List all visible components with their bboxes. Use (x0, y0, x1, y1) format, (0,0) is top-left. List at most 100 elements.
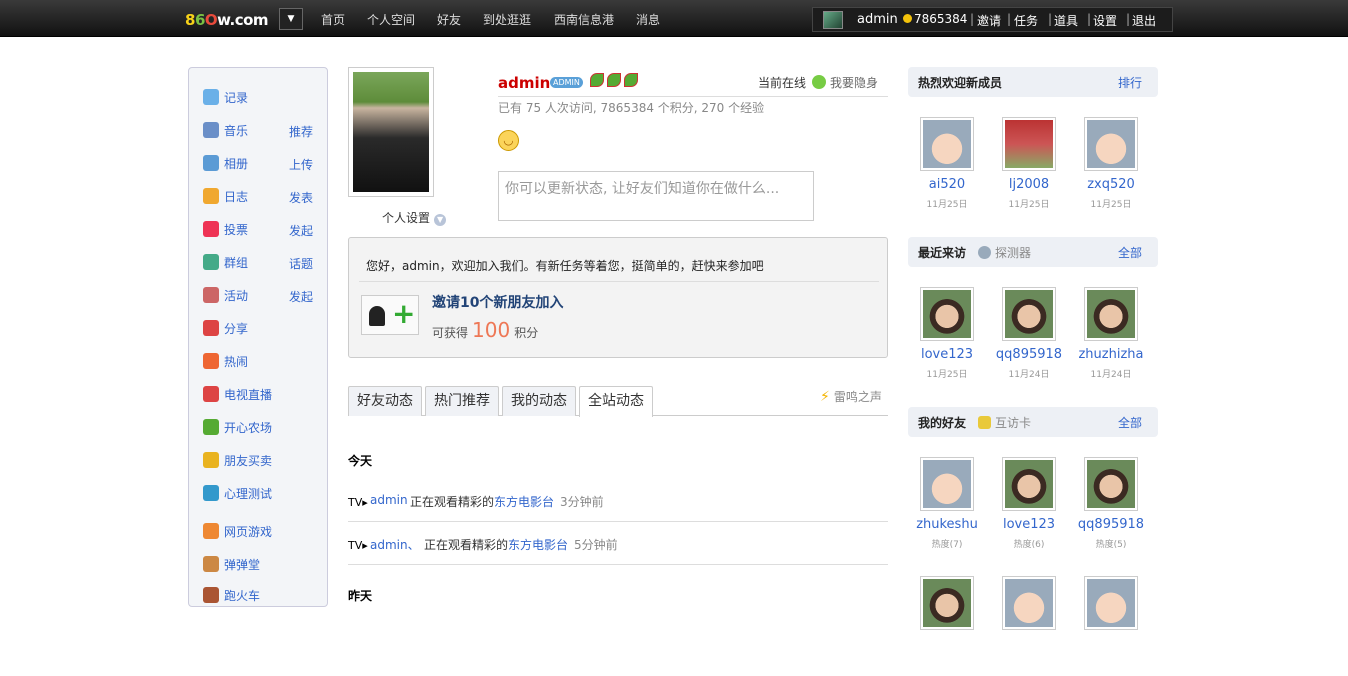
sidebar-item-label[interactable]: 投票 (224, 221, 248, 238)
feed-link[interactable]: 东方电影台 (508, 536, 568, 553)
member-name[interactable]: zhuzhizha (1072, 347, 1150, 362)
sidebar-item[interactable]: 电视直播 (203, 384, 323, 404)
sidebar-item-label[interactable]: 心理测试 (224, 485, 272, 502)
sidebar-item[interactable]: 朋友买卖 (203, 450, 323, 470)
sidebar-item[interactable]: 分享 (203, 318, 323, 338)
all-friends-link[interactable]: 全部 (1118, 414, 1142, 431)
member-name[interactable]: love123 (908, 347, 986, 362)
task-title[interactable]: 邀请10个新朋友加入 (432, 292, 563, 312)
sidebar-item-label[interactable]: 跑火车 (224, 587, 260, 604)
member-card[interactable]: qq895918 热度(5) (1072, 457, 1146, 557)
sidebar-item[interactable]: 跑火车 (203, 585, 323, 605)
items-link[interactable]: 道具 (1054, 12, 1078, 29)
mood-smiley-icon[interactable]: ◡ (498, 130, 519, 151)
member-card[interactable]: zhukeshu 热度(7) (908, 457, 982, 557)
sidebar-item-label[interactable]: 分享 (224, 320, 248, 337)
tasks-link[interactable]: 任务 (1014, 12, 1038, 29)
avatar[interactable] (823, 11, 843, 29)
member-card[interactable] (1072, 576, 1146, 676)
feed-link[interactable]: 东方电影台 (494, 493, 554, 510)
sidebar-item-label[interactable]: 音乐 (224, 122, 248, 139)
sidebar-item-label[interactable]: 开心农场 (224, 419, 272, 436)
go-invisible-link[interactable]: 我要隐身 (812, 74, 878, 91)
member-card[interactable]: love123 热度(6) (990, 457, 1064, 557)
member-card[interactable] (908, 576, 982, 676)
invite-friends-icon[interactable]: + (361, 295, 419, 335)
all-visitors-link[interactable]: 全部 (1118, 244, 1142, 261)
member-name[interactable]: lj2008 (990, 177, 1068, 192)
sidebar-item-label[interactable]: 记录 (224, 89, 248, 106)
sidebar-item[interactable]: 投票 发起 (203, 219, 323, 239)
sidebar-item[interactable]: 相册 上传 (203, 153, 323, 173)
sidebar-item-label[interactable]: 网页游戏 (224, 523, 272, 540)
avatar (1005, 460, 1053, 508)
sidebar-item-label[interactable]: 热闹 (224, 353, 248, 370)
profile-username[interactable]: admin (498, 74, 550, 92)
profile-photo[interactable] (348, 67, 434, 197)
sidebar-item-action[interactable]: 发起 (289, 288, 313, 305)
sidebar-item[interactable]: 活动 发起 (203, 285, 323, 305)
sidebar-item[interactable]: 记录 (203, 87, 323, 107)
nav-friends[interactable]: 好友 (437, 11, 461, 28)
my-friends-header: 我的好友 互访卡 全部 (908, 407, 1158, 437)
sidebar-item[interactable]: 群组 话题 (203, 252, 323, 272)
tab-site-activity[interactable]: 全站动态 (579, 386, 653, 417)
member-name[interactable]: love123 (990, 517, 1068, 532)
member-card[interactable]: lj2008 11月25日 (990, 117, 1064, 217)
header-username[interactable]: admin (857, 12, 898, 27)
nav-home[interactable]: 首页 (321, 11, 345, 28)
heart-tv-icon (203, 386, 219, 402)
logout-link[interactable]: 退出 (1132, 12, 1156, 29)
sidebar-item-action[interactable]: 发表 (289, 189, 313, 206)
profile-settings[interactable]: 个人设置 ▼ (382, 209, 447, 226)
member-name[interactable]: zxq520 (1072, 177, 1150, 192)
sidebar-item-label[interactable]: 活动 (224, 287, 248, 304)
member-card[interactable] (990, 576, 1064, 676)
member-name[interactable]: zhukeshu (908, 517, 986, 532)
sidebar-item-action[interactable]: 话题 (289, 255, 313, 272)
member-card[interactable]: love123 11月25日 (908, 287, 982, 387)
feed-user[interactable]: admin (370, 493, 408, 507)
sidebar-item[interactable]: 网页游戏 (203, 521, 323, 541)
member-card[interactable]: qq895918 11月24日 (990, 287, 1064, 387)
feed-user[interactable]: admin、 (370, 536, 420, 553)
nav-personal-space[interactable]: 个人空间 (367, 11, 415, 28)
sidebar-item[interactable]: 热闹 (203, 351, 323, 371)
tab-my-activity[interactable]: 我的动态 (502, 386, 576, 416)
sidebar-item[interactable]: 开心农场 (203, 417, 323, 437)
chevron-down-icon[interactable]: ▼ (279, 8, 303, 30)
tab-hot-picks[interactable]: 热门推荐 (425, 386, 499, 416)
member-card[interactable]: zhuzhizha 11月24日 (1072, 287, 1146, 387)
sidebar-item[interactable]: 日志 发表 (203, 186, 323, 206)
sidebar-item-label[interactable]: 弹弹堂 (224, 556, 260, 573)
sidebar-item[interactable]: 心理测试 (203, 483, 323, 503)
nav-browse[interactable]: 到处逛逛 (483, 11, 531, 28)
ranking-link[interactable]: 排行 (1118, 74, 1142, 91)
tab-friend-activity[interactable]: 好友动态 (348, 386, 422, 416)
nav-info-port[interactable]: 西南信息港 (554, 11, 614, 28)
sidebar-item-label[interactable]: 朋友买卖 (224, 452, 272, 469)
settings-link[interactable]: 设置 (1093, 12, 1117, 29)
thunder-voice-link[interactable]: ⚡ 雷鸣之声 (820, 388, 882, 405)
sidebar-item-action[interactable]: 发起 (289, 222, 313, 239)
sidebar-item-action[interactable]: 推荐 (289, 123, 313, 140)
sidebar-item-label[interactable]: 群组 (224, 254, 248, 271)
invite-link[interactable]: 邀请 (977, 12, 1001, 29)
sidebar-item-action[interactable]: 上传 (289, 156, 313, 173)
sidebar-item[interactable]: 音乐 推荐 (203, 120, 323, 140)
member-name[interactable]: qq895918 (990, 347, 1068, 362)
member-card[interactable]: zxq520 11月25日 (1072, 117, 1146, 217)
status-input[interactable]: 你可以更新状态, 让好友们知道你在做什么... (498, 171, 814, 221)
chevron-down-icon[interactable]: ▼ (434, 214, 447, 226)
sidebar-item-label[interactable]: 日志 (224, 188, 248, 205)
detector-link[interactable]: 探测器 (978, 244, 1031, 261)
member-name[interactable]: ai520 (908, 177, 986, 192)
visit-card-link[interactable]: 互访卡 (978, 414, 1031, 431)
sidebar-item-label[interactable]: 电视直播 (224, 386, 272, 403)
site-logo[interactable]: 86Ow.com (185, 11, 269, 29)
member-name[interactable]: qq895918 (1072, 517, 1150, 532)
sidebar-item-label[interactable]: 相册 (224, 155, 248, 172)
sidebar-item[interactable]: 弹弹堂 (203, 554, 323, 574)
member-card[interactable]: ai520 11月25日 (908, 117, 982, 217)
nav-messages[interactable]: 消息 (636, 11, 660, 28)
